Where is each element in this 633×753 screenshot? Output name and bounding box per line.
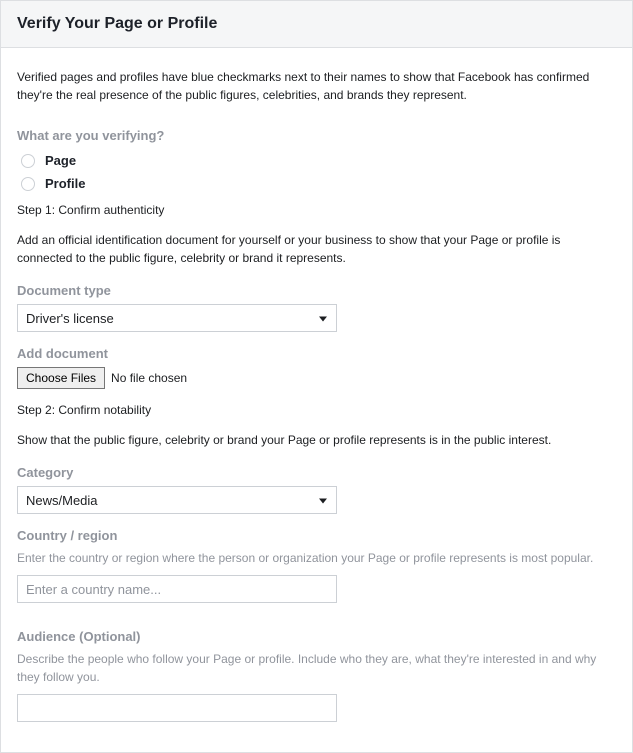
verify-form-container: Verify Your Page or Profile Verified pag… [0,0,633,753]
category-select[interactable]: News/Media [17,486,337,514]
page-title: Verify Your Page or Profile [17,15,616,33]
country-input[interactable] [17,575,337,603]
audience-label: Audience (Optional) [17,629,616,644]
verifying-question: What are you verifying? [17,128,616,143]
radio-item-page[interactable]: Page [17,153,616,168]
file-input-row: Choose Files No file chosen [17,367,616,389]
add-document-label: Add document [17,346,616,361]
category-label: Category [17,465,616,480]
radio-label-page: Page [45,153,76,168]
document-type-select-wrap: Driver's license [17,304,337,332]
form-content: Verified pages and profiles have blue ch… [1,48,632,752]
step1-desc: Add an official identification document … [17,231,616,267]
document-type-select[interactable]: Driver's license [17,304,337,332]
step1-title: Step 1: Confirm authenticity [17,203,616,217]
step2-desc: Show that the public figure, celebrity o… [17,431,616,449]
step2-title: Step 2: Confirm notability [17,403,616,417]
audience-input[interactable] [17,694,337,722]
radio-item-profile[interactable]: Profile [17,176,616,191]
radio-label-profile: Profile [45,176,85,191]
category-select-wrap: News/Media [17,486,337,514]
document-type-label: Document type [17,283,616,298]
form-header: Verify Your Page or Profile [1,1,632,48]
audience-help: Describe the people who follow your Page… [17,650,616,686]
radio-circle-icon[interactable] [21,177,35,191]
choose-files-button[interactable]: Choose Files [17,367,105,389]
file-status-text: No file chosen [111,371,187,385]
radio-circle-icon[interactable] [21,154,35,168]
verifying-radio-group: Page Profile [17,153,616,191]
intro-text: Verified pages and profiles have blue ch… [17,68,616,104]
country-help: Enter the country or region where the pe… [17,549,616,567]
country-label: Country / region [17,528,616,543]
